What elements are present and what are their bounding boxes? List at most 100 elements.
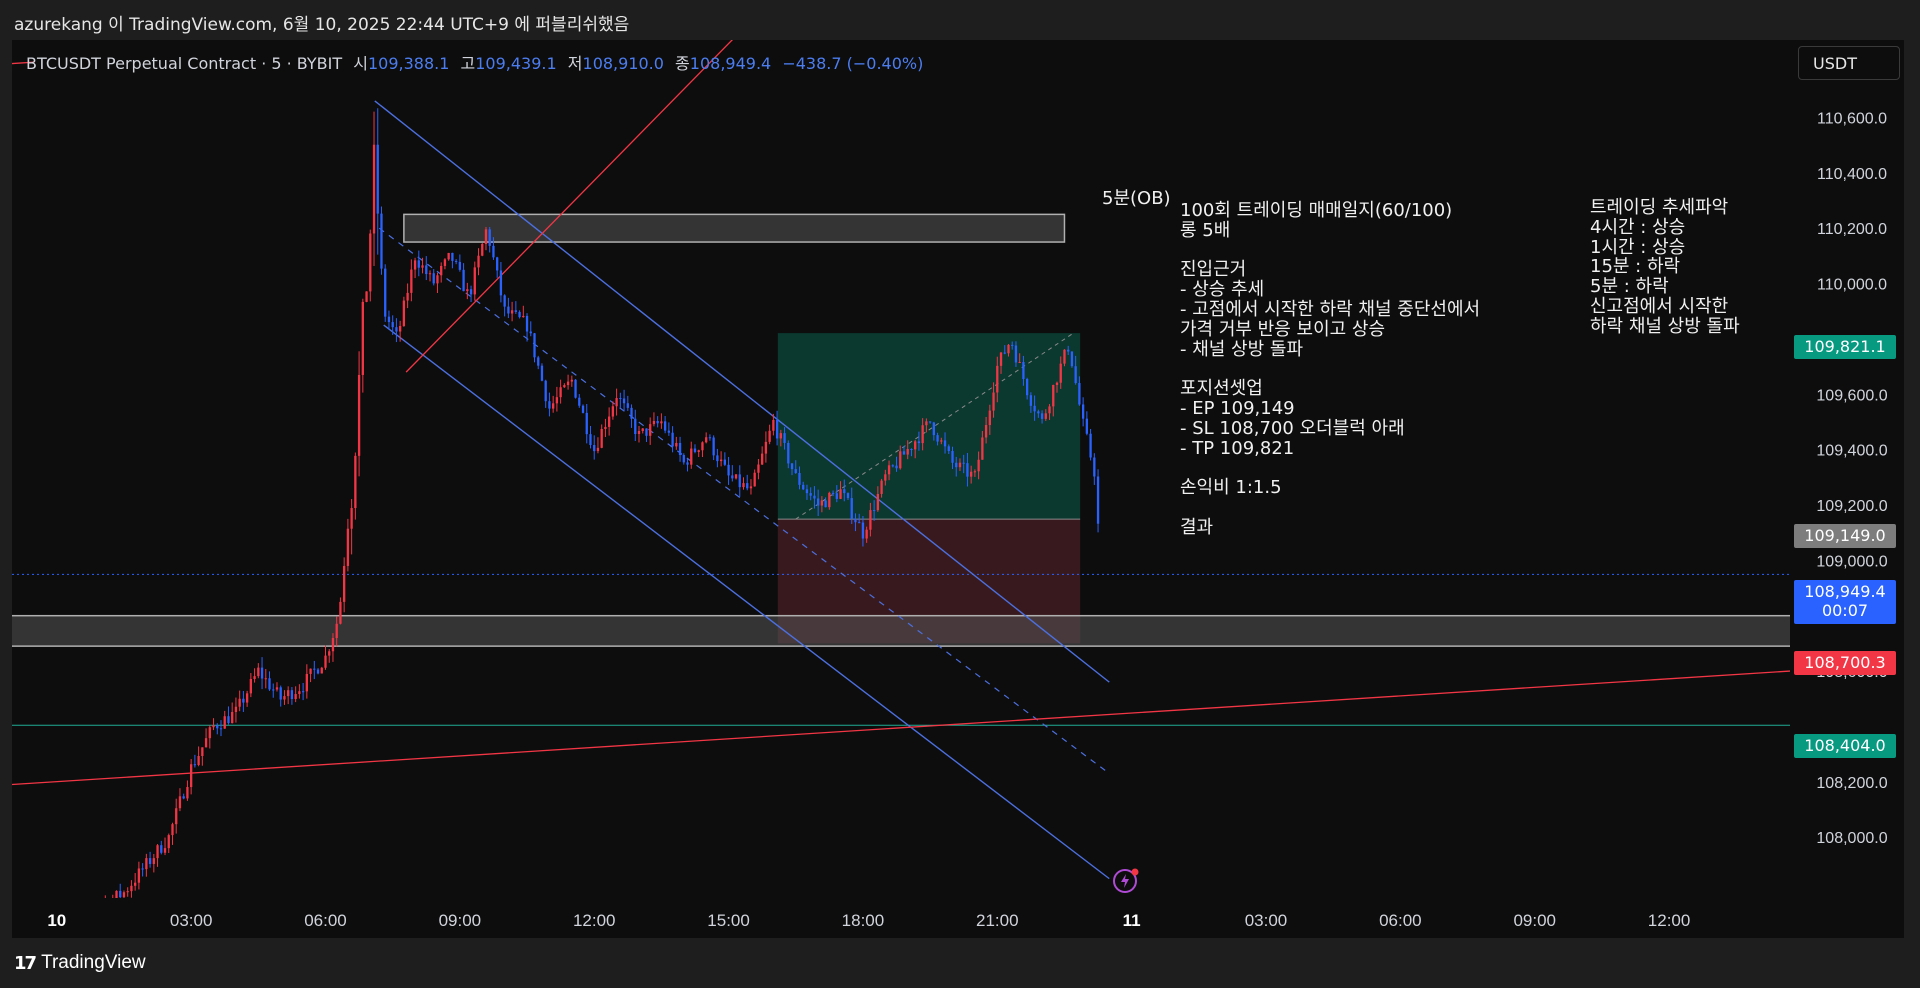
candle-body [843,489,846,494]
candle-body [189,764,193,788]
order-block-label: 5분(OB) [1102,188,1171,209]
price-axis-tick: 109,000.0 [1816,553,1887,570]
candle-body [749,486,753,489]
candle-body [1007,344,1010,354]
time-axis-tick: 03:00 [170,911,213,930]
candle-body [701,442,704,451]
candle-body [163,848,167,853]
candle-body [906,448,909,455]
candle-body [858,522,861,524]
candle-body [794,469,797,474]
candle-body [798,473,801,485]
candle-body [89,909,91,912]
candle-body [902,451,906,455]
candle-body [499,270,503,296]
candle-body [253,676,256,679]
candle-body [112,899,114,908]
candle-body [354,455,357,508]
candle-body [824,500,827,508]
candle-body [335,623,338,639]
candle-body [1048,406,1051,414]
tradingview-logo[interactable]: 17 TradingView [14,952,146,974]
candle-body [940,440,943,442]
candle-body [130,885,133,892]
price-axis-tick: 109,400.0 [1816,443,1887,460]
candle-body [999,352,1003,366]
candle-body [384,268,387,317]
lightning-alert-icon[interactable] [1112,866,1140,894]
candle-body [981,437,984,460]
candle-body [578,397,581,406]
candle-body [548,401,551,409]
candle-body [257,667,260,677]
symbol-name[interactable]: BTCUSDT Perpetual Contract · 5 · BYBIT [26,54,342,73]
candle-body [652,420,656,425]
candle-body [67,926,69,932]
candle-body [410,269,413,293]
candle-body [85,909,87,913]
candle-body [324,655,327,668]
candle-body [1093,457,1096,477]
candle-body [854,518,857,523]
candle-body [604,426,607,429]
candle-body [283,696,286,700]
candle-body [376,144,379,214]
chart-canvas[interactable]: 110,600.0 110,400.0 110,200.0 110,000.0 109,… [0,0,1920,988]
time-axis-tick: 06:00 [304,911,347,930]
candle-body [585,412,588,435]
currency-button[interactable]: USDT [1798,46,1900,80]
candle-body [518,311,521,318]
candle-body [671,432,674,447]
candle-body [761,453,764,465]
candle-body [887,465,891,475]
candle-body [705,437,708,443]
candle-body [137,868,141,883]
candle-body [914,441,917,450]
candle-body [675,442,678,447]
candle-body [660,421,663,424]
time-axis-tick: 12:00 [573,911,616,930]
candle-body [186,787,189,799]
candle-body [947,446,950,452]
candle-body [566,381,570,386]
trend-analysis-note[interactable]: 트레이딩 추세파악 4시간 : 상승 1시간 : 상승 15분 : 하락 5분 … [1590,198,1740,337]
candle-body [581,405,585,413]
candle-body [201,747,204,756]
candle-body [126,891,129,893]
candle-body [462,269,465,292]
candle-body [820,500,824,506]
candle-body [510,310,514,314]
price-axis-tick: 108,000.0 [1816,830,1887,847]
candle-body [488,229,491,246]
candle-body [425,265,428,275]
candle-body [82,913,84,917]
candle-body [641,428,644,431]
candle-body [790,463,794,470]
candle-body [645,428,648,436]
candle-body [171,824,174,836]
last-price-tag: 108,949.4 00:07 [1794,580,1896,624]
candle-body [943,440,947,447]
symbol-legend: BTCUSDT Perpetual Contract · 5 · BYBIT 시… [26,50,923,74]
candle-body [421,265,424,268]
time-axis-tick: 10 [47,911,66,930]
candle-body [622,398,626,404]
candle-body [966,463,969,477]
time-axis-tick: 15:00 [707,911,750,930]
candle-body [119,890,122,898]
candle-body [402,300,406,327]
trade-journal-note[interactable]: 100회 트레이딩 매매일지(60/100) 롱 5배 진입근거 - 상승 추세… [1180,201,1480,538]
price-axis-tick: 110,600.0 [1817,110,1887,127]
candle-body [242,698,245,703]
candle-body [305,673,308,692]
candle-body [216,725,219,729]
candle-body [369,233,372,292]
candle-body [552,403,555,409]
candle-body [764,441,768,454]
candle-body [466,289,469,292]
candle-body [816,498,820,506]
candle-body [1014,345,1018,363]
time-axis-tick: 09:00 [1513,911,1556,930]
time-axis-tick: 12:00 [1648,911,1691,930]
candle-body [753,472,756,487]
